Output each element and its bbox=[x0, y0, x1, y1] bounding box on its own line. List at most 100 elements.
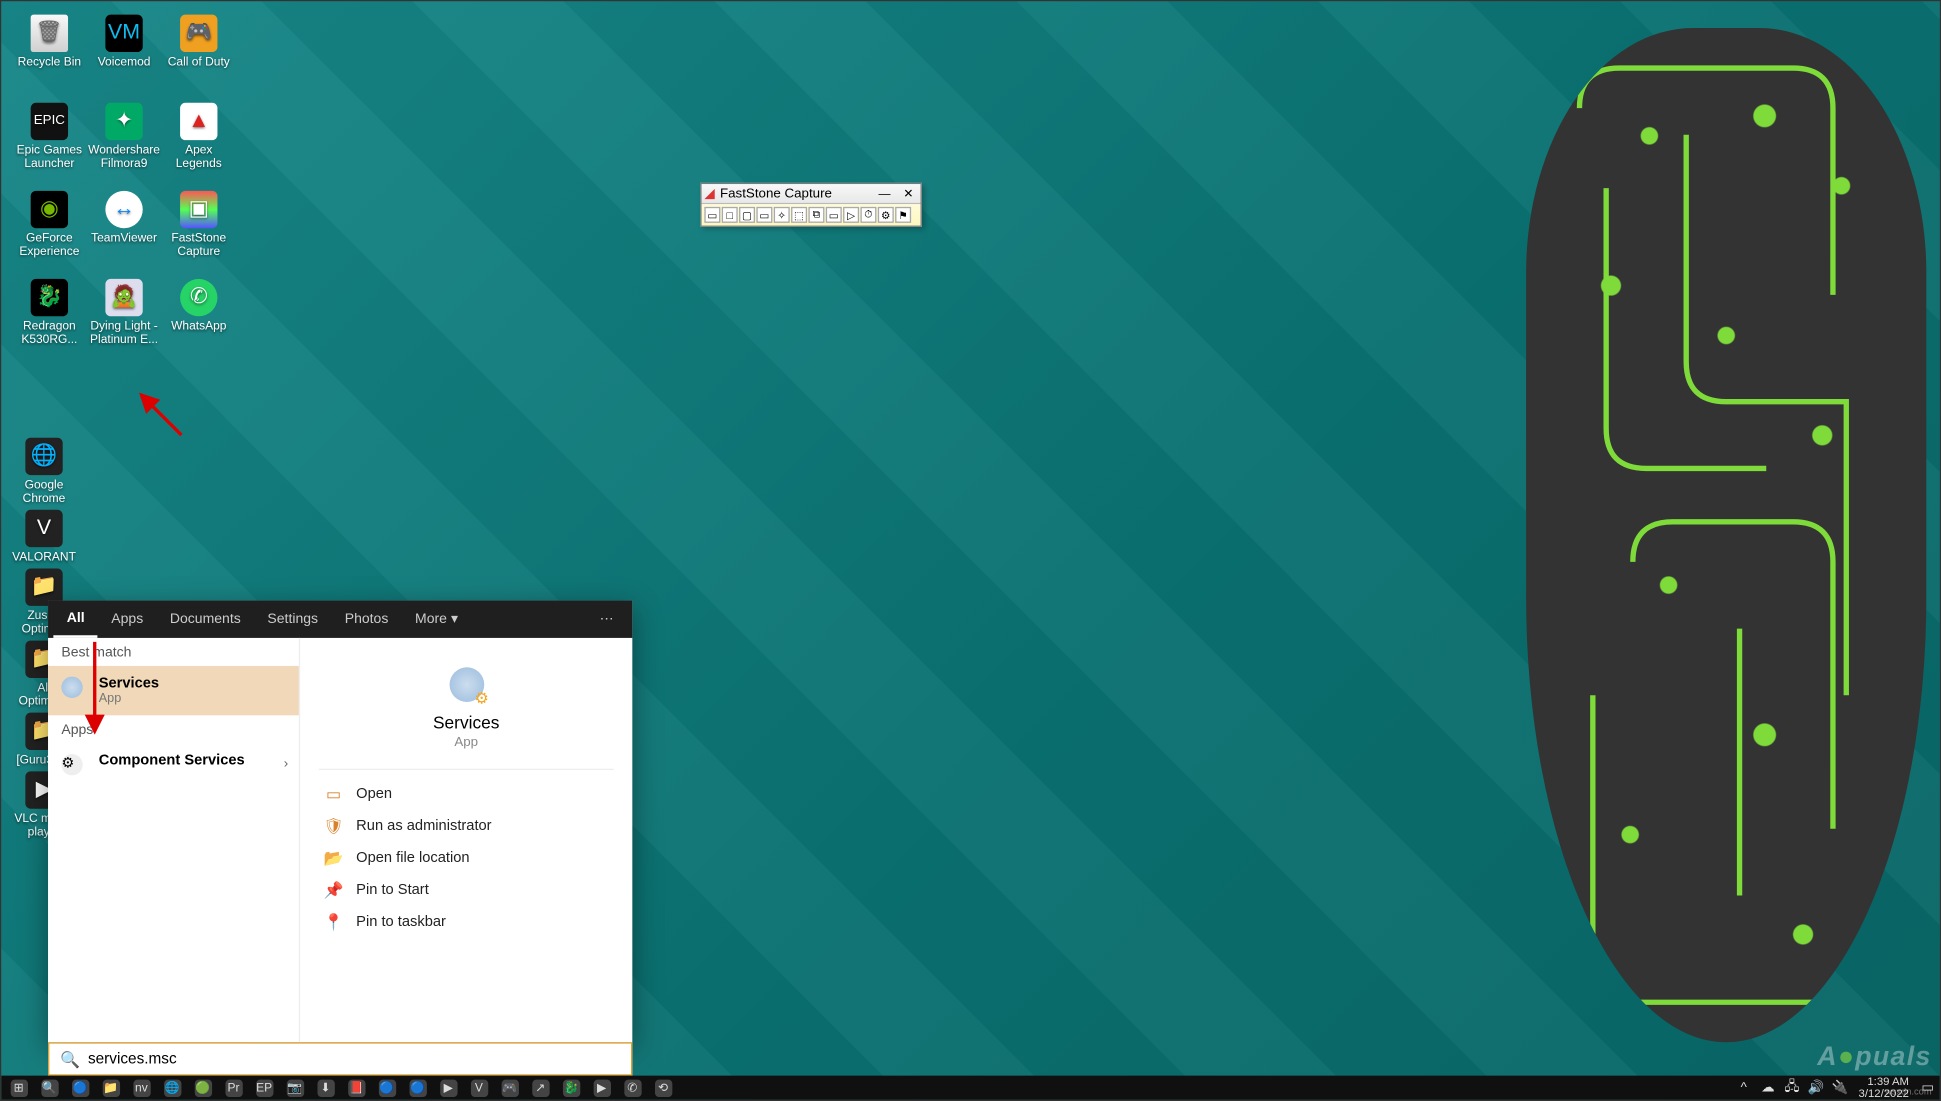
detail-action[interactable]: ▭Open bbox=[319, 778, 614, 810]
result-services[interactable]: Services App bbox=[48, 666, 299, 715]
capture-tool-button[interactable]: ⏱ bbox=[860, 207, 876, 223]
desktop-icon[interactable]: 🗑Recycle Bin bbox=[12, 12, 87, 97]
chevron-right-icon: › bbox=[284, 757, 288, 772]
taskbar-pinned-app[interactable]: 📁 bbox=[96, 1076, 125, 1100]
faststone-window[interactable]: ◢ FastStone Capture — ✕ ▭□▢▭✧⬚⧉▭▷⏱⚙⚑ bbox=[700, 183, 921, 227]
detail-action[interactable]: 📍Pin to taskbar bbox=[319, 906, 614, 938]
taskbar-app-icon: 🐉 bbox=[562, 1079, 579, 1096]
minimize-button[interactable]: — bbox=[875, 186, 894, 202]
desktop-icon[interactable]: VVALORANT bbox=[12, 507, 76, 563]
detail-title: Services bbox=[319, 713, 614, 733]
app-icon: EPIC bbox=[31, 103, 68, 140]
detail-action[interactable]: 📌Pin to Start bbox=[319, 874, 614, 906]
desktop-icon[interactable]: 🌐Google Chrome bbox=[12, 435, 76, 504]
taskbar-pinned-app[interactable]: V bbox=[464, 1076, 493, 1100]
taskbar-pinned-app[interactable]: ⬇ bbox=[311, 1076, 340, 1100]
desktop-icon[interactable]: 🧟Dying Light - Platinum E... bbox=[87, 276, 162, 361]
taskbar-pinned-app[interactable]: 📷 bbox=[280, 1076, 309, 1100]
app-icon: ✆ bbox=[180, 279, 217, 316]
desktop-icon[interactable]: EPICEpic Games Launcher bbox=[12, 100, 87, 185]
desktop-icon[interactable]: ▣ FastStone Capture bbox=[161, 188, 236, 273]
taskbar-app-icon: ⟲ bbox=[654, 1079, 671, 1096]
taskbar-pinned-app[interactable]: ▶ bbox=[587, 1076, 616, 1100]
capture-tool-button[interactable]: ✧ bbox=[774, 207, 790, 223]
desktop-icon[interactable]: VMVoicemod bbox=[87, 12, 162, 97]
taskbar-pinned-app[interactable]: ⟲ bbox=[648, 1076, 677, 1100]
taskbar-pinned-app[interactable]: 🔵 bbox=[372, 1076, 401, 1100]
tray-chevron-icon[interactable]: ^ bbox=[1733, 1076, 1754, 1100]
search-menu-more-icon[interactable]: ⋯ bbox=[589, 611, 627, 627]
desktop-icon-grid: 🗑Recycle BinVMVoicemod🎮Call of Duty EPICE… bbox=[12, 12, 236, 362]
search-input[interactable] bbox=[88, 1051, 620, 1067]
taskbar-pinned-app[interactable]: Pr bbox=[219, 1076, 248, 1100]
tab-more[interactable]: More▾ bbox=[402, 602, 472, 637]
taskbar-pinned-app[interactable]: 🌐 bbox=[157, 1076, 186, 1100]
taskbar-pinned-app[interactable]: ↗ bbox=[526, 1076, 555, 1100]
action-icon: 📂 bbox=[324, 849, 343, 868]
tray-cloud-icon[interactable]: ☁ bbox=[1757, 1076, 1778, 1100]
desktop-icon[interactable]: ✆ WhatsApp bbox=[161, 276, 236, 361]
icon-label: Recycle Bin bbox=[12, 55, 87, 68]
tab-apps[interactable]: Apps bbox=[98, 602, 157, 637]
tray-power-icon[interactable]: 🔌 bbox=[1829, 1076, 1850, 1100]
taskbar-pinned-app[interactable]: 🟢 bbox=[188, 1076, 217, 1100]
desktop-icon[interactable]: ✦Wondershare Filmora9 bbox=[87, 100, 162, 185]
taskbar-app-icon: 🔵 bbox=[409, 1079, 426, 1096]
desktop-icon[interactable]: ▲Apex Legends bbox=[161, 100, 236, 185]
icon-label: Voicemod bbox=[87, 55, 162, 68]
detail-action[interactable]: 🛡Run as administrator bbox=[319, 810, 614, 842]
tray-volume-icon[interactable]: 🔊 bbox=[1805, 1076, 1826, 1100]
section-apps: Apps bbox=[48, 715, 299, 743]
capture-tool-button[interactable]: ▷ bbox=[843, 207, 859, 223]
taskbar-app-icon: ▶ bbox=[440, 1079, 457, 1096]
taskbar-pinned-app[interactable]: 🔵 bbox=[403, 1076, 432, 1100]
icon-label: FastStone Capture bbox=[161, 231, 236, 258]
taskbar-app-icon: 🔍 bbox=[41, 1079, 58, 1096]
capture-tool-button[interactable]: ▭ bbox=[756, 207, 772, 223]
app-icon: V bbox=[25, 510, 62, 547]
taskbar-pinned-app[interactable]: nv bbox=[127, 1076, 156, 1100]
capture-tool-button[interactable]: ⧉ bbox=[808, 207, 824, 223]
taskbar-pinned-app[interactable]: 📕 bbox=[342, 1076, 371, 1100]
taskbar-search-box[interactable]: 🔍 bbox=[48, 1042, 632, 1075]
capture-tool-button[interactable]: □ bbox=[722, 207, 738, 223]
section-best-match: Best match bbox=[48, 638, 299, 666]
capture-tool-button[interactable]: ⚙ bbox=[878, 207, 894, 223]
desktop-icon[interactable]: ◉GeForce Experience bbox=[12, 188, 87, 273]
capture-tool-button[interactable]: ▭ bbox=[704, 207, 720, 223]
action-icon: 🛡 bbox=[324, 817, 343, 836]
app-icon: ↔ bbox=[105, 191, 142, 228]
services-icon bbox=[61, 677, 82, 698]
capture-tool-button[interactable]: ▭ bbox=[826, 207, 842, 223]
tray-network-icon[interactable]: 🖧 bbox=[1781, 1076, 1802, 1100]
tab-documents[interactable]: Documents bbox=[157, 602, 255, 637]
desktop-icon[interactable]: ↔TeamViewer bbox=[87, 188, 162, 273]
desktop-icon[interactable]: 🎮Call of Duty bbox=[161, 12, 236, 97]
capture-tool-button[interactable]: ▢ bbox=[739, 207, 755, 223]
tab-photos[interactable]: Photos bbox=[331, 602, 401, 637]
taskbar-pinned-app[interactable]: 🐉 bbox=[556, 1076, 585, 1100]
desktop-icon[interactable]: 🐉Redragon K530RG... bbox=[12, 276, 87, 361]
taskbar-app-icon: 🎮 bbox=[501, 1079, 518, 1096]
taskbar-pinned-app[interactable]: ✆ bbox=[618, 1076, 647, 1100]
taskbar-pinned-app[interactable]: EP bbox=[249, 1076, 278, 1100]
tab-all[interactable]: All bbox=[53, 601, 98, 638]
start-button[interactable]: ⊞ bbox=[4, 1076, 33, 1100]
capture-tool-button[interactable]: ⬚ bbox=[791, 207, 807, 223]
taskbar-app-icon: 📷 bbox=[286, 1079, 303, 1096]
tab-settings[interactable]: Settings bbox=[254, 602, 331, 637]
icon-label: WhatsApp bbox=[161, 319, 236, 332]
detail-action[interactable]: 📂Open file location bbox=[319, 842, 614, 874]
taskbar-pinned-app[interactable]: 🎮 bbox=[495, 1076, 524, 1100]
taskbar-search-button[interactable]: 🔍 bbox=[35, 1076, 64, 1100]
icon-label: Dying Light - Platinum E... bbox=[87, 319, 162, 346]
taskbar-pinned-app[interactable]: ▶ bbox=[434, 1076, 463, 1100]
services-large-icon bbox=[449, 667, 484, 702]
capture-tool-button[interactable]: ⚑ bbox=[895, 207, 911, 223]
close-button[interactable]: ✕ bbox=[899, 186, 918, 202]
start-search-panel: All Apps Documents Settings Photos More▾… bbox=[48, 601, 632, 1043]
taskbar-app-icon: EP bbox=[255, 1079, 272, 1096]
app-icon: ▣ bbox=[180, 191, 217, 228]
result-component-services[interactable]: ⚙ Component Services › bbox=[48, 743, 299, 778]
taskbar-pinned-app[interactable]: 🔵 bbox=[65, 1076, 94, 1100]
